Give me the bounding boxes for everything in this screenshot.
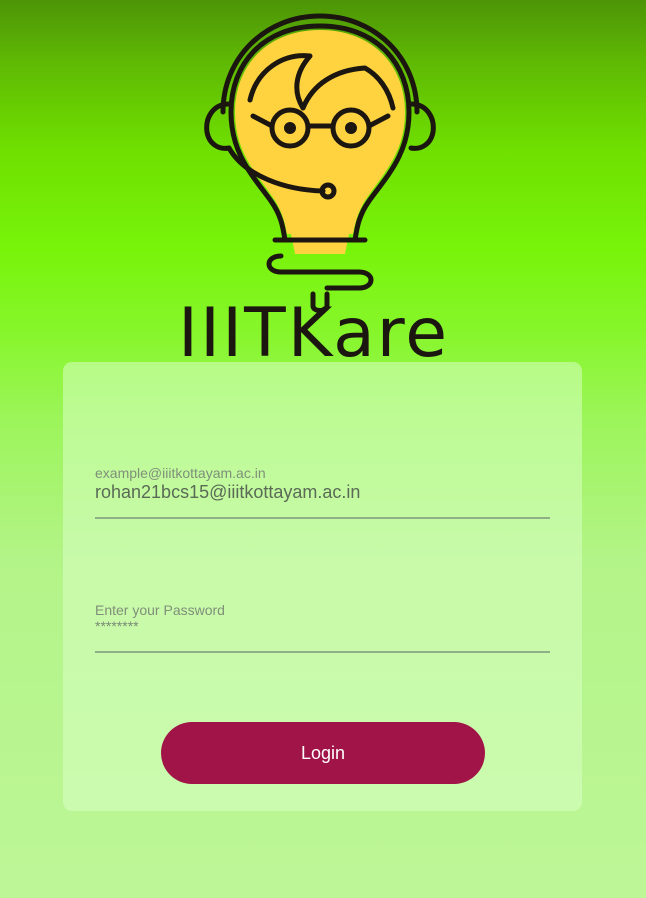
password-input[interactable]: ******** bbox=[95, 619, 550, 633]
brand-name: IIITKare bbox=[178, 294, 450, 373]
email-field[interactable]: example@iiitkottayam.ac.in rohan21bcs15@… bbox=[95, 464, 550, 519]
login-button[interactable]: Login bbox=[161, 722, 485, 784]
email-placeholder: example@iiitkottayam.ac.in bbox=[95, 465, 266, 481]
login-screen: IIITKare example@iiitkottayam.ac.in roha… bbox=[0, 0, 646, 898]
password-underline bbox=[95, 651, 550, 653]
email-underline bbox=[95, 517, 550, 519]
email-input[interactable]: rohan21bcs15@iiitkottayam.ac.in bbox=[95, 482, 550, 502]
lightbulb-face-headset-icon bbox=[204, 13, 436, 313]
password-placeholder: Enter your Password bbox=[95, 602, 225, 618]
password-field[interactable]: Enter your Password ******** bbox=[95, 601, 550, 653]
